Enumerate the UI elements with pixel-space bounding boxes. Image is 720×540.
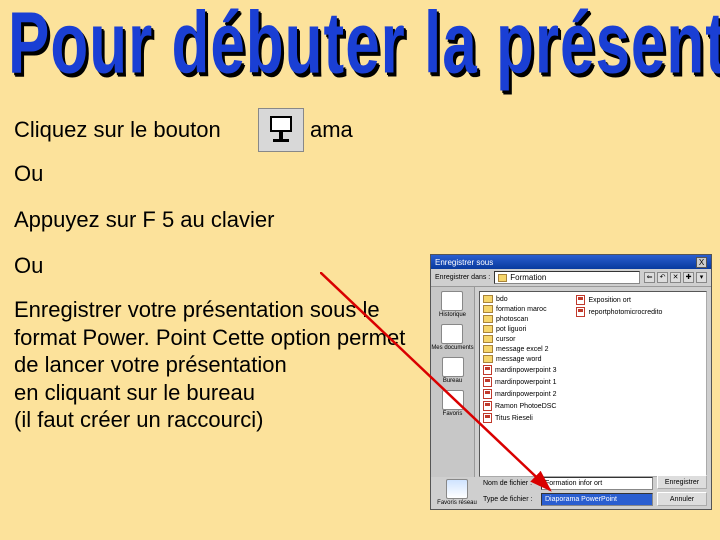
- folder-icon: [498, 274, 507, 282]
- folder-icon: [483, 345, 493, 353]
- file-column-1: bdo formation maroc photoscan pot liguor…: [483, 295, 556, 473]
- cancel-button[interactable]: Annuler: [657, 492, 707, 506]
- folder-icon: [483, 355, 493, 363]
- new-folder-icon[interactable]: ✚: [683, 272, 694, 283]
- dialog-titlebar: Enregistrer sous X: [431, 255, 711, 269]
- sidebar-label: Favoris réseau: [437, 500, 477, 506]
- file-name: Exposition ort: [588, 297, 630, 304]
- ppt-file-icon: [576, 295, 585, 305]
- file-name: Ramon PhotoeDSC: [495, 403, 556, 410]
- sidebar-label: Bureau: [443, 378, 462, 384]
- file-column-2: Exposition ort reportphotomicrocredito: [576, 295, 662, 473]
- instruction-line-2: Appuyez sur F 5 au clavier: [14, 206, 274, 234]
- ppt-file-icon: [483, 365, 492, 375]
- dialog-toolbar: Enregistrer dans : Formation ⇐ ↶ ✕ ✚ ▾: [431, 269, 711, 287]
- folder-icon: [483, 295, 493, 303]
- sidebar-label: Historique: [439, 312, 466, 318]
- filename-input[interactable]: Formation infor ort: [541, 477, 653, 490]
- folder-icon: [483, 305, 493, 313]
- list-item[interactable]: reportphotomicrocredito: [576, 307, 662, 317]
- views-icon[interactable]: ▾: [696, 272, 707, 283]
- file-name: bdo: [496, 296, 508, 303]
- folder-icon: [483, 315, 493, 323]
- file-name: pot liguori: [496, 326, 526, 333]
- save-button[interactable]: Enregistrer: [657, 475, 707, 489]
- up-folder-icon[interactable]: ⇐: [644, 272, 655, 283]
- filetype-row: Type de fichier : Diaporama PowerPoint: [483, 493, 653, 506]
- folder-icon: [483, 325, 493, 333]
- file-list[interactable]: bdo formation maroc photoscan pot liguor…: [479, 291, 707, 477]
- file-name: message word: [496, 356, 542, 363]
- network-place-icon: [446, 479, 468, 499]
- sidebar-history[interactable]: Historique: [439, 291, 466, 318]
- filename-label: Nom de fichier :: [483, 480, 537, 487]
- list-item[interactable]: photoscan: [483, 315, 556, 323]
- save-as-dialog: Enregistrer sous X Enregistrer dans : Fo…: [430, 254, 712, 510]
- documents-place-icon: [441, 324, 463, 344]
- file-name: mardinpowerpoint 1: [495, 379, 556, 386]
- close-icon[interactable]: X: [696, 257, 707, 268]
- list-item[interactable]: bdo: [483, 295, 556, 303]
- filename-row: Nom de fichier : Formation infor ort: [483, 477, 653, 490]
- list-item[interactable]: cursor: [483, 335, 556, 343]
- file-name: formation maroc: [496, 306, 547, 313]
- folder-name: Formation: [510, 273, 546, 282]
- ppt-file-icon: [483, 377, 492, 387]
- bottom-fields: Nom de fichier : Formation infor ort Typ…: [483, 477, 653, 506]
- dialog-main: Historique Mes documents Bureau Favoris …: [431, 287, 711, 477]
- places-sidebar: Historique Mes documents Bureau Favoris: [431, 287, 475, 477]
- sidebar-favorites[interactable]: Favoris: [442, 390, 464, 417]
- ppt-file-icon: [576, 307, 585, 317]
- instruction-paragraph: Enregistrer votre présentation sous le f…: [14, 296, 414, 434]
- list-item[interactable]: formation maroc: [483, 305, 556, 313]
- folder-icon: [483, 335, 493, 343]
- sidebar-mydocs[interactable]: Mes documents: [431, 324, 473, 351]
- desktop-place-icon: [442, 357, 464, 377]
- filetype-dropdown[interactable]: Diaporama PowerPoint: [541, 493, 653, 506]
- text-fragment: Cliquez sur le bouton: [14, 117, 221, 142]
- ppt-file-icon: [483, 413, 492, 423]
- instruction-or-1: Ou: [14, 160, 43, 188]
- list-item[interactable]: message word: [483, 355, 556, 363]
- sidebar-label: Mes documents: [431, 345, 473, 351]
- dialog-bottom: Favoris réseau Nom de fichier : Formatio…: [431, 475, 711, 506]
- text-fragment-after-icon: ama: [310, 116, 353, 144]
- list-item[interactable]: mardinpowerpoint 3: [483, 365, 556, 375]
- list-item[interactable]: mardinpowerpoint 1: [483, 377, 556, 387]
- sidebar-label: Favoris: [443, 411, 463, 417]
- list-item[interactable]: Exposition ort: [576, 295, 662, 305]
- file-name: Titus Rieseli: [495, 415, 533, 422]
- toolbar-buttons: ⇐ ↶ ✕ ✚ ▾: [644, 272, 707, 283]
- list-item[interactable]: Titus Rieseli: [483, 413, 556, 423]
- file-name: photoscan: [496, 316, 528, 323]
- list-item[interactable]: Ramon PhotoeDSC: [483, 401, 556, 411]
- file-name: mardinpowerpoint 2: [495, 391, 556, 398]
- slide-title: Pour débuter la présentation: [8, 0, 720, 93]
- favorites-place-icon: [442, 390, 464, 410]
- file-name: message excel 2: [496, 346, 549, 353]
- ppt-file-icon: [483, 401, 492, 411]
- folder-dropdown[interactable]: Formation: [494, 271, 640, 284]
- instruction-line-1: Cliquez sur le bouton: [14, 116, 221, 144]
- instruction-or-2: Ou: [14, 252, 43, 280]
- sidebar-network[interactable]: Favoris réseau: [435, 479, 479, 506]
- history-place-icon: [441, 291, 463, 311]
- delete-icon[interactable]: ✕: [670, 272, 681, 283]
- file-name: reportphotomicrocredito: [588, 309, 662, 316]
- list-item[interactable]: pot liguori: [483, 325, 556, 333]
- filetype-label: Type de fichier :: [483, 496, 537, 503]
- history-icon[interactable]: ↶: [657, 272, 668, 283]
- dialog-title-text: Enregistrer sous: [435, 258, 493, 267]
- sidebar-desktop[interactable]: Bureau: [442, 357, 464, 384]
- file-name: cursor: [496, 336, 515, 343]
- list-item[interactable]: mardinpowerpoint 2: [483, 389, 556, 399]
- list-item[interactable]: message excel 2: [483, 345, 556, 353]
- file-name: mardinpowerpoint 3: [495, 367, 556, 374]
- save-in-label: Enregistrer dans :: [435, 274, 490, 281]
- ppt-file-icon: [483, 389, 492, 399]
- dialog-buttons: Enregistrer Annuler: [657, 475, 707, 506]
- slideshow-button-icon: [258, 108, 304, 152]
